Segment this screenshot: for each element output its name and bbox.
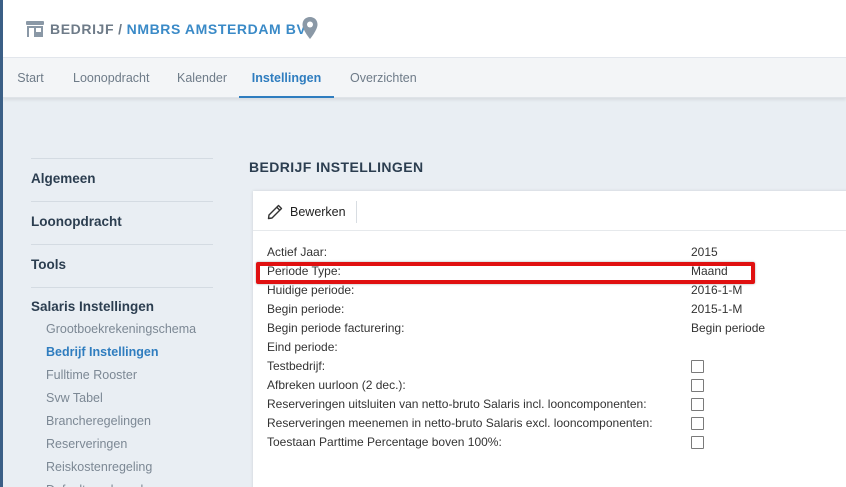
tab-loonopdracht[interactable]: Loonopdracht xyxy=(73,58,149,98)
sidebar-item-svw-tabel[interactable]: Svw Tabel xyxy=(31,387,213,410)
row-label: Testbedrijf: xyxy=(267,359,326,373)
panel-toolbar: Bewerken xyxy=(253,191,846,231)
settings-row-reserveringen-uitsluiten: Reserveringen uitsluiten van netto-bruto… xyxy=(267,395,846,414)
sidebar-section-tools[interactable]: Tools xyxy=(31,244,213,287)
highlight-annotation-box xyxy=(256,262,755,284)
row-label: Reserveringen meenemen in netto-bruto Sa… xyxy=(267,416,653,430)
tab-kalender[interactable]: Kalender xyxy=(177,58,227,98)
sidebar-item-reserveringen[interactable]: Reserveringen xyxy=(31,433,213,456)
reserveringen-uitsluiten-checkbox[interactable] xyxy=(691,398,704,411)
row-label: Actief Jaar: xyxy=(267,245,328,259)
building-icon xyxy=(26,21,44,37)
pencil-icon xyxy=(267,204,283,220)
testbedrijf-checkbox[interactable] xyxy=(691,360,704,373)
breadcrumb-company[interactable]: NMBRS AMSTERDAM BV xyxy=(127,21,307,37)
settings-row-afbreken-uurloon: Afbreken uurloon (2 dec.): xyxy=(267,376,846,395)
breadcrumb-section: BEDRIJF xyxy=(50,21,115,37)
parttime-percentage-checkbox[interactable] xyxy=(691,436,704,449)
sidebar-item-reiskostenregeling[interactable]: Reiskostenregeling xyxy=(31,456,213,479)
settings-row-begin-periode-facturering: Begin periode facturering: Begin periode xyxy=(267,319,846,338)
sidebar-item-default-medewerker[interactable]: Default medewerker xyxy=(31,479,213,487)
tab-instellingen[interactable]: Instellingen xyxy=(239,58,334,98)
settings-row-parttime-percentage: Toestaan Parttime Percentage boven 100%: xyxy=(267,433,846,452)
sidebar-item-bedrijf-instellingen[interactable]: Bedrijf Instellingen xyxy=(31,341,213,364)
tab-start[interactable]: Start xyxy=(17,58,44,98)
settings-row-begin-periode: Begin periode: 2015-1-M xyxy=(267,300,846,319)
page-title: BEDRIJF INSTELLINGEN xyxy=(249,159,424,175)
row-label: Toestaan Parttime Percentage boven 100%: xyxy=(267,435,502,449)
settings-row-reserveringen-meenemen: Reserveringen meenemen in netto-bruto Sa… xyxy=(267,414,846,433)
reserveringen-meenemen-checkbox[interactable] xyxy=(691,417,704,430)
sidebar-item-grootboekrekeningschema[interactable]: Grootboekrekeningschema xyxy=(31,318,213,341)
afbreken-uurloon-checkbox[interactable] xyxy=(691,379,704,392)
sidebar-section-algemeen[interactable]: Algemeen xyxy=(31,158,213,201)
settings-panel: Bewerken Actief Jaar: 2015 Periode Type:… xyxy=(253,191,846,487)
row-label: Reserveringen uitsluiten van netto-bruto… xyxy=(267,397,647,411)
breadcrumb: BEDRIJF / NMBRS AMSTERDAM BV xyxy=(50,21,306,37)
main-nav: Start Loonopdracht Kalender Instellingen… xyxy=(3,58,846,98)
row-value: 2015-1-M xyxy=(691,302,743,316)
settings-sidebar: Algemeen Loonopdracht Tools Salaris Inst… xyxy=(31,158,213,487)
row-label: Begin periode: xyxy=(267,302,345,316)
settings-row-eind-periode: Eind periode: xyxy=(267,338,846,357)
settings-row-actief-jaar: Actief Jaar: 2015 xyxy=(267,243,846,262)
left-accent-bar xyxy=(0,0,3,487)
row-label: Begin periode facturering: xyxy=(267,321,405,335)
edit-button-label: Bewerken xyxy=(290,205,346,219)
sidebar-item-brancheregelingen[interactable]: Brancheregelingen xyxy=(31,410,213,433)
breadcrumb-separator: / xyxy=(118,21,123,37)
location-pin-icon[interactable] xyxy=(301,16,319,40)
sidebar-section-salaris-instellingen[interactable]: Salaris Instellingen xyxy=(31,287,213,318)
top-header: BEDRIJF / NMBRS AMSTERDAM BV xyxy=(3,0,846,58)
edit-button[interactable]: Bewerken xyxy=(267,201,357,223)
row-value: 2015 xyxy=(691,245,718,259)
tab-overzichten[interactable]: Overzichten xyxy=(350,58,417,98)
row-label: Afbreken uurloon (2 dec.): xyxy=(267,378,406,392)
sidebar-section-loonopdracht[interactable]: Loonopdracht xyxy=(31,201,213,244)
row-label: Eind periode: xyxy=(267,340,338,354)
sidebar-item-fulltime-rooster[interactable]: Fulltime Rooster xyxy=(31,364,213,387)
row-value: Begin periode xyxy=(691,321,766,335)
settings-row-testbedrijf: Testbedrijf: xyxy=(267,357,846,376)
